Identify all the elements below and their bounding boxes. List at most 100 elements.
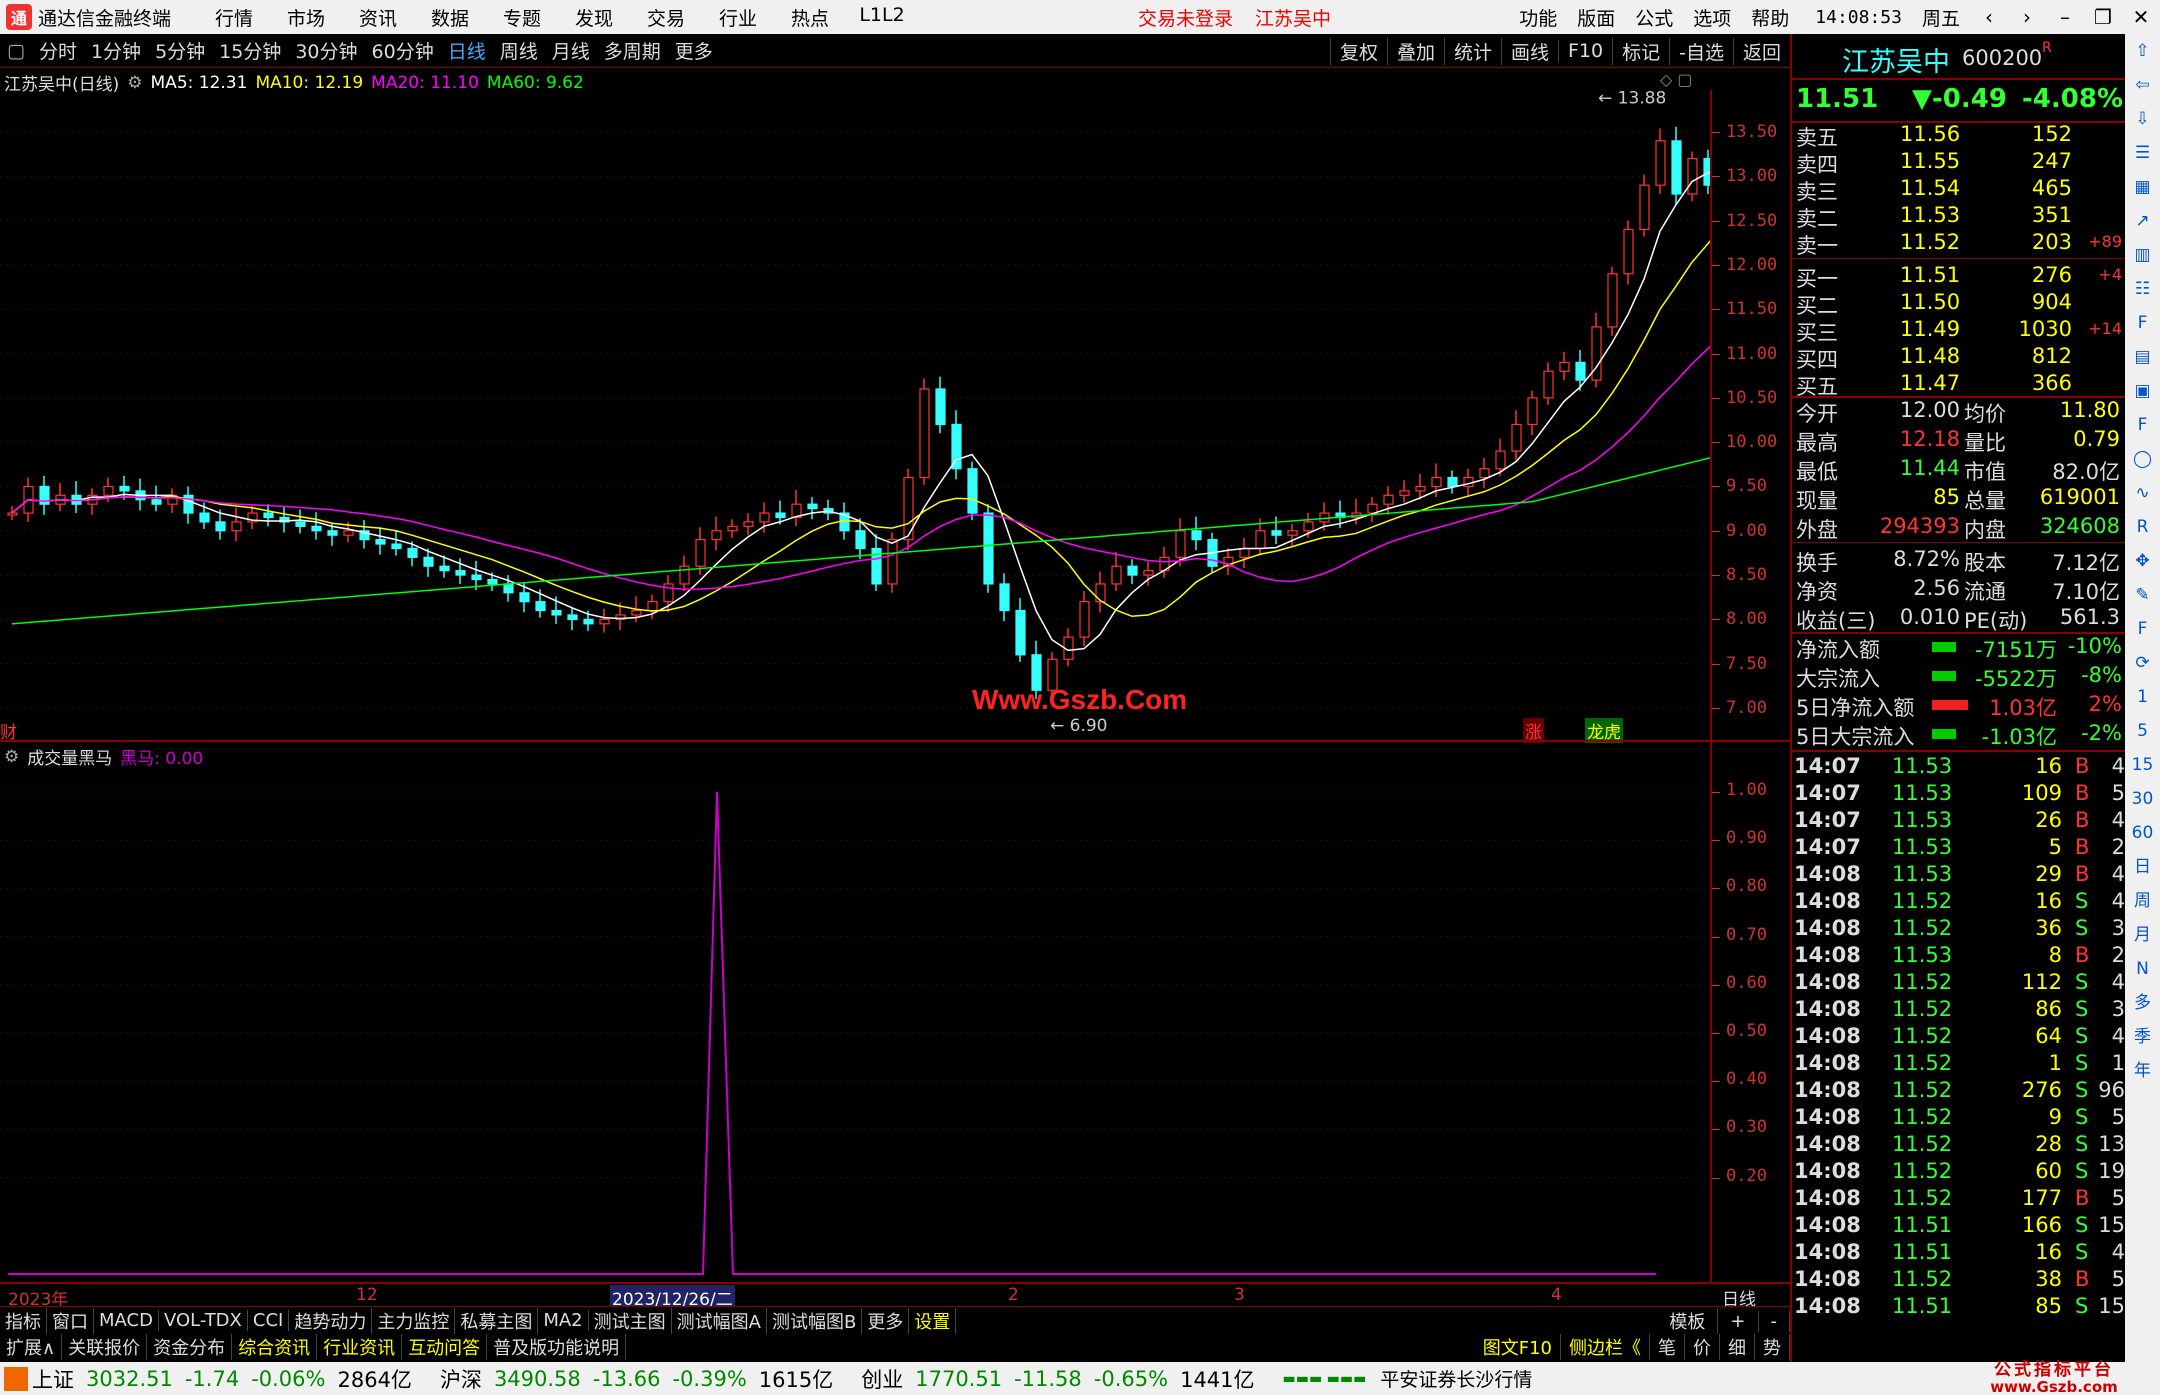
extension-tab-5[interactable]: 互动问答 — [402, 1334, 488, 1360]
close-icon[interactable]: ✕ — [2126, 5, 2156, 29]
extension-tab-3[interactable]: 综合资讯 — [232, 1334, 318, 1360]
asks-row[interactable]: 卖一 11.52 203 +89 — [1792, 230, 2125, 258]
menu-item-5[interactable]: 发现 — [558, 4, 630, 31]
bids-row[interactable]: 买二 11.50 904 — [1792, 290, 2125, 318]
indicator-tab-7[interactable]: 私募主图 — [455, 1307, 539, 1334]
extension-tab-2[interactable]: 资金分布 — [147, 1334, 233, 1360]
table-icon[interactable]: ▦ — [2125, 170, 2160, 204]
indicator-tab-4[interactable]: CCI — [248, 1310, 290, 1331]
asks-row[interactable]: 卖三 11.54 465 — [1792, 176, 2125, 204]
flow-row[interactable]: 5日大宗流入 -1.03亿 -2% — [1792, 721, 2125, 749]
right-menu-item-2[interactable]: 公式 — [1635, 4, 1673, 31]
sidebar-period-5[interactable]: 日 — [2125, 850, 2160, 884]
menu-item-3[interactable]: 数据 — [414, 4, 486, 31]
rsi-icon[interactable]: R — [2125, 510, 2160, 544]
panel-tab-2[interactable]: 笔 — [1650, 1334, 1685, 1360]
panel-tab-5[interactable]: 势 — [1755, 1334, 1790, 1360]
right-menu-item-1[interactable]: 版面 — [1577, 4, 1615, 31]
up-arrow-icon[interactable]: ⇧ — [2125, 34, 2160, 68]
template-tab-1[interactable]: + — [1718, 1310, 1759, 1332]
index-sz[interactable]: 沪深 3490.58 -13.66 -0.39% 1615亿 — [440, 1364, 833, 1394]
indicator-tab-6[interactable]: 主力监控 — [372, 1307, 456, 1334]
period-tab-8[interactable]: 月线 — [545, 37, 597, 64]
indicator-tab-2[interactable]: MACD — [94, 1310, 159, 1331]
period-tab-9[interactable]: 多周期 — [597, 37, 668, 64]
forward-icon[interactable]: › — [2012, 5, 2042, 29]
panel-tab-1[interactable]: 侧边栏《 — [1561, 1334, 1650, 1360]
toolbar-action-7[interactable]: 返回 — [1732, 37, 1790, 65]
fs-icon[interactable]: F — [2125, 612, 2160, 646]
menu-item-0[interactable]: 行情 — [198, 4, 270, 31]
line-icon[interactable]: ∿ — [2125, 476, 2160, 510]
asks-row[interactable]: 卖五 11.56 152 — [1792, 122, 2125, 150]
menu-item-2[interactable]: 资讯 — [342, 4, 414, 31]
bids-row[interactable]: 买四 11.48 812 — [1792, 344, 2125, 372]
right-menu-item-4[interactable]: 帮助 — [1751, 4, 1789, 31]
indicator-tab-12[interactable]: 更多 — [862, 1307, 910, 1334]
left-arrow-icon[interactable]: ⇦ — [2125, 68, 2160, 102]
asks-row[interactable]: 卖二 11.53 351 — [1792, 203, 2125, 231]
indicator-tab-1[interactable]: 窗口 — [47, 1307, 94, 1334]
bar-chart-icon[interactable]: ▥ — [2125, 238, 2160, 272]
f10-icon[interactable]: F — [2125, 306, 2160, 340]
menu-item-7[interactable]: 行业 — [702, 4, 774, 31]
sidebar-period-8[interactable]: N — [2125, 952, 2160, 986]
toolbar-action-0[interactable]: 复权 — [1329, 37, 1387, 65]
minimize-icon[interactable]: – — [2050, 5, 2080, 29]
extension-tab-1[interactable]: 关联报价 — [62, 1334, 148, 1360]
period-tab-4[interactable]: 30分钟 — [288, 37, 364, 64]
indicator-tab-8[interactable]: MA2 — [538, 1310, 589, 1331]
toolbar-menu-icon[interactable]: ▢ — [0, 40, 32, 62]
toolbar-action-5[interactable]: 标记 — [1612, 37, 1669, 65]
down-arrow-icon[interactable]: ⇩ — [2125, 102, 2160, 136]
bids-row[interactable]: 买一 11.51 276 +4 — [1792, 263, 2125, 291]
sidebar-period-0[interactable]: 1 — [2125, 680, 2160, 714]
period-tab-10[interactable]: 更多 — [668, 37, 720, 64]
sidebar-period-7[interactable]: 月 — [2125, 918, 2160, 952]
market-breadth-icon[interactable]: ▬▬▬ ▬▬▬ — [1283, 1371, 1367, 1387]
index-sh[interactable]: 上证 3032.51 -1.74 -0.06% 2864亿 — [32, 1364, 412, 1394]
sidebar-period-11[interactable]: 年 — [2125, 1054, 2160, 1088]
chart-options-icon[interactable]: ◇ ▢ — [1660, 70, 1693, 89]
sidebar-period-10[interactable]: 季 — [2125, 1020, 2160, 1054]
toolbar-action-3[interactable]: 画线 — [1500, 37, 1558, 65]
grid-icon[interactable]: ▤ — [2125, 340, 2160, 374]
f2-icon[interactable]: F — [2125, 408, 2160, 442]
period-tab-5[interactable]: 60分钟 — [365, 37, 441, 64]
extension-tab-6[interactable]: 普及版功能说明 — [487, 1334, 627, 1360]
panel-tab-0[interactable]: 图文F10 — [1475, 1334, 1561, 1360]
menu-item-1[interactable]: 市场 — [270, 4, 342, 31]
toolbar-action-4[interactable]: F10 — [1558, 40, 1612, 62]
back-icon[interactable]: ‹ — [1974, 5, 2004, 29]
toolbar-action-2[interactable]: 统计 — [1443, 37, 1501, 65]
indicator-tab-9[interactable]: 测试主图 — [589, 1307, 672, 1334]
menu-item-9[interactable]: L1L2 — [846, 4, 918, 31]
indicator-tab-13[interactable]: 设置 — [909, 1307, 957, 1334]
template-tab-0[interactable]: 模板 — [1657, 1308, 1719, 1334]
right-menu-item-3[interactable]: 选项 — [1693, 4, 1731, 31]
template-tab-2[interactable]: - — [1759, 1310, 1790, 1332]
bids-row[interactable]: 买三 11.49 1030 +14 — [1792, 317, 2125, 345]
chart-icon[interactable]: ↗ — [2125, 204, 2160, 238]
bids-row[interactable]: 买五 11.47 366 — [1792, 371, 2125, 399]
menu-item-8[interactable]: 热点 — [774, 4, 846, 31]
sidebar-period-2[interactable]: 15 — [2125, 748, 2160, 782]
sidebar-period-1[interactable]: 5 — [2125, 714, 2160, 748]
period-tab-6[interactable]: 日线 — [441, 37, 493, 64]
flow-row[interactable]: 净流入额 -7151万 -10% — [1792, 634, 2125, 662]
menu-item-4[interactable]: 专题 — [486, 4, 558, 31]
toolbar-action-1[interactable]: 叠加 — [1386, 37, 1444, 65]
panel-tab-4[interactable]: 细 — [1720, 1334, 1755, 1360]
broker-name[interactable]: 平安证券长沙行情 — [1380, 1365, 1532, 1392]
status-left-icon[interactable] — [4, 1366, 28, 1391]
candlestick-chart[interactable]: ← 13.88 ← 6.90 — [0, 90, 1710, 740]
menu-item-6[interactable]: 交易 — [630, 4, 702, 31]
panel-tab-3[interactable]: 价 — [1685, 1334, 1720, 1360]
indicator-tab-0[interactable]: 指标 — [0, 1307, 47, 1334]
extension-tab-4[interactable]: 行业资讯 — [317, 1334, 403, 1360]
move-icon[interactable]: ✥ — [2125, 544, 2160, 578]
period-tab-1[interactable]: 1分钟 — [84, 37, 148, 64]
sidebar-period-4[interactable]: 60 — [2125, 816, 2160, 850]
flow-row[interactable]: 5日净流入额 1.03亿 2% — [1792, 692, 2125, 720]
pen-icon[interactable]: ✎ — [2125, 578, 2160, 612]
